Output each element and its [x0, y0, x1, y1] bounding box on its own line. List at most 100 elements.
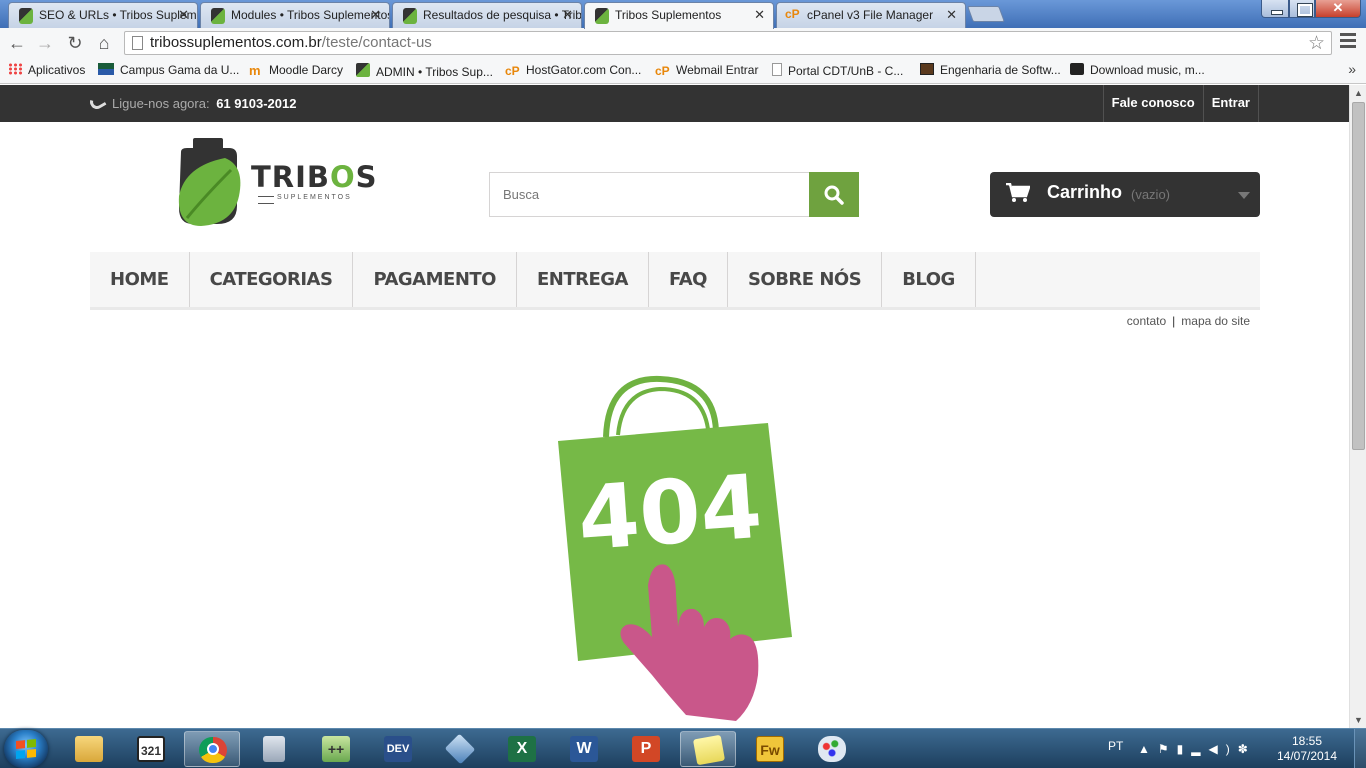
taskbar-chrome[interactable] — [184, 731, 240, 767]
start-button[interactable] — [4, 730, 48, 768]
menu-item-home[interactable]: HOME — [90, 252, 190, 307]
menu-item-faq[interactable]: FAQ — [649, 252, 728, 307]
phone-info: Ligue-nos agora: 61 9103-2012 — [87, 92, 297, 112]
taskbar-calculator[interactable] — [246, 731, 302, 767]
taskbar-notepad-plus[interactable]: ++ — [308, 731, 364, 767]
tab-modules[interactable]: Modules • Tribos Suplementos ✕ — [200, 2, 390, 28]
tab-tribos-suplementos[interactable]: Tribos Suplementos ✕ — [584, 2, 774, 29]
home-icon[interactable]: ⌂ — [93, 32, 115, 54]
page-icon — [772, 63, 782, 76]
logo-bottle-icon — [178, 138, 241, 226]
powerpoint-icon: P — [632, 736, 660, 762]
notepad-plus-icon: ++ — [322, 736, 350, 762]
menu-item-entrega[interactable]: ENTREGA — [517, 252, 649, 307]
tribos-favicon-icon — [19, 8, 33, 24]
vertical-scrollbar[interactable]: ▲ ▼ — [1349, 85, 1366, 728]
bookmark-webmail[interactable]: cP Webmail Entrar — [655, 63, 758, 78]
menu-item-pagamento[interactable]: PAGAMENTO — [353, 252, 517, 307]
bookmark-apps[interactable]: Aplicativos — [8, 63, 85, 77]
language-indicator[interactable]: PT — [1108, 739, 1123, 753]
cart-status: (vazio) — [1131, 187, 1171, 202]
tab-cpanel[interactable]: cP cPanel v3 File Manager ✕ — [776, 2, 966, 28]
taskbar-fireworks[interactable]: Fw — [742, 731, 798, 767]
tribos-favicon-icon — [403, 8, 417, 24]
scroll-thumb[interactable] — [1352, 102, 1365, 450]
paint-icon — [818, 736, 846, 762]
browser-toolbar: ← → ↻ ⌂ tribossuplementos.com.br/teste/c… — [0, 28, 1366, 58]
menu-item-blog[interactable]: BLOG — [882, 252, 976, 307]
close-window-button[interactable]: ✕ — [1315, 0, 1361, 18]
scroll-up-arrow-icon[interactable]: ▲ — [1350, 85, 1366, 101]
taskbar-explorer[interactable] — [61, 731, 117, 767]
url-host: tribossuplementos.com.br — [150, 34, 322, 51]
separator: | — [1172, 314, 1176, 328]
taskbar-word[interactable]: W — [556, 731, 612, 767]
phone-number: 61 9103-2012 — [216, 96, 297, 111]
menu-item-categorias[interactable]: CATEGORIAS — [190, 252, 354, 307]
flag-icon — [98, 63, 114, 75]
address-bar[interactable]: tribossuplementos.com.br/teste/contact-u… — [124, 31, 1332, 55]
folder-icon — [75, 736, 103, 762]
maximize-button[interactable] — [1289, 0, 1315, 18]
bookmark-admin-tribos[interactable]: ADMIN • Tribos Sup... — [356, 63, 493, 79]
taskbar-powerpoint[interactable]: P — [618, 731, 674, 767]
login-link[interactable]: Entrar — [1204, 85, 1259, 122]
reload-icon[interactable]: ↻ — [64, 32, 86, 54]
bookmark-engenharia[interactable]: Engenharia de Softw... — [920, 63, 1061, 77]
menu-item-sobre-nos[interactable]: SOBRE NÓS — [728, 252, 883, 307]
tab-search-results[interactable]: Resultados de pesquisa • Tribos ✕ — [392, 2, 582, 28]
tab-title: Resultados de pesquisa • Tribos — [423, 8, 582, 22]
error-code: 404 — [575, 455, 765, 571]
chrome-menu-icon[interactable] — [1340, 33, 1356, 51]
cart-icon — [1006, 183, 1030, 202]
windows-taskbar: 321 ++ DEV X W P Fw PT ▲⚑▮▂◀)✽ 18:55 14/… — [0, 728, 1366, 768]
page-icon — [132, 36, 143, 50]
taskbar-sticky-notes[interactable] — [680, 731, 736, 767]
close-tab-icon[interactable]: ✕ — [562, 7, 573, 23]
moodle-icon: m — [249, 63, 261, 78]
dev-cpp-icon: DEV — [384, 736, 412, 762]
taskbar-virtualbox[interactable] — [432, 731, 488, 767]
back-arrow-icon[interactable]: ← — [6, 32, 28, 54]
forward-arrow-icon[interactable]: → — [34, 32, 56, 54]
close-tab-icon[interactable]: ✕ — [754, 7, 765, 23]
new-tab-button[interactable] — [967, 6, 1005, 22]
tab-title: Modules • Tribos Suplementos — [231, 8, 390, 22]
scroll-down-arrow-icon[interactable]: ▼ — [1350, 712, 1366, 728]
error-404-illustration: 404 — [548, 375, 808, 728]
apps-grid-icon — [8, 63, 22, 75]
phone-label: Ligue-nos agora: — [112, 96, 210, 111]
logo-wordmark: TRIBOS — [251, 160, 378, 194]
bookmark-portal-cdt[interactable]: Portal CDT/UnB - C... — [772, 63, 903, 78]
bookmark-moodle[interactable]: m Moodle Darcy — [249, 63, 343, 78]
tab-seo-urls[interactable]: SEO & URLs • Tribos Suplementos ✕ — [8, 2, 198, 28]
cart-button[interactable]: Carrinho (vazio) — [990, 172, 1260, 217]
contact-link[interactable]: Fale conosco — [1104, 85, 1204, 122]
taskbar-paint[interactable] — [804, 731, 860, 767]
site-logo[interactable]: TRIBOS SUPLEMENTOS — [175, 136, 377, 228]
close-tab-icon[interactable]: ✕ — [946, 7, 957, 23]
bookmark-download-music[interactable]: Download music, m... — [1070, 63, 1205, 77]
show-desktop-button[interactable] — [1354, 729, 1366, 768]
search-input[interactable] — [489, 172, 810, 217]
tray-icons[interactable]: ▲⚑▮▂◀)✽ — [1138, 742, 1256, 756]
close-tab-icon[interactable]: ✕ — [178, 7, 189, 23]
bookmark-campus-gama[interactable]: Campus Gama da U... — [98, 63, 239, 77]
system-clock[interactable]: 18:55 14/07/2014 — [1272, 734, 1342, 764]
search-button[interactable] — [809, 172, 859, 217]
utility-links: contato | mapa do site — [1127, 314, 1250, 328]
close-tab-icon[interactable]: ✕ — [370, 7, 381, 23]
minimize-button[interactable] — [1261, 0, 1289, 18]
sitemap-link[interactable]: mapa do site — [1181, 314, 1250, 328]
phone-icon — [87, 92, 107, 112]
cpanel-icon: cP — [505, 64, 520, 78]
more-bookmarks-icon[interactable]: » — [1348, 61, 1356, 77]
taskbar-excel[interactable]: X — [494, 731, 550, 767]
bookmark-star-icon[interactable]: ☆ — [1308, 32, 1325, 55]
bookmark-hostgator[interactable]: cP HostGator.com Con... — [505, 63, 641, 78]
contato-link[interactable]: contato — [1127, 314, 1166, 328]
fireworks-icon: Fw — [756, 736, 784, 762]
word-icon: W — [570, 736, 598, 762]
taskbar-media-player[interactable]: 321 — [123, 731, 179, 767]
taskbar-dev-cpp[interactable]: DEV — [370, 731, 426, 767]
